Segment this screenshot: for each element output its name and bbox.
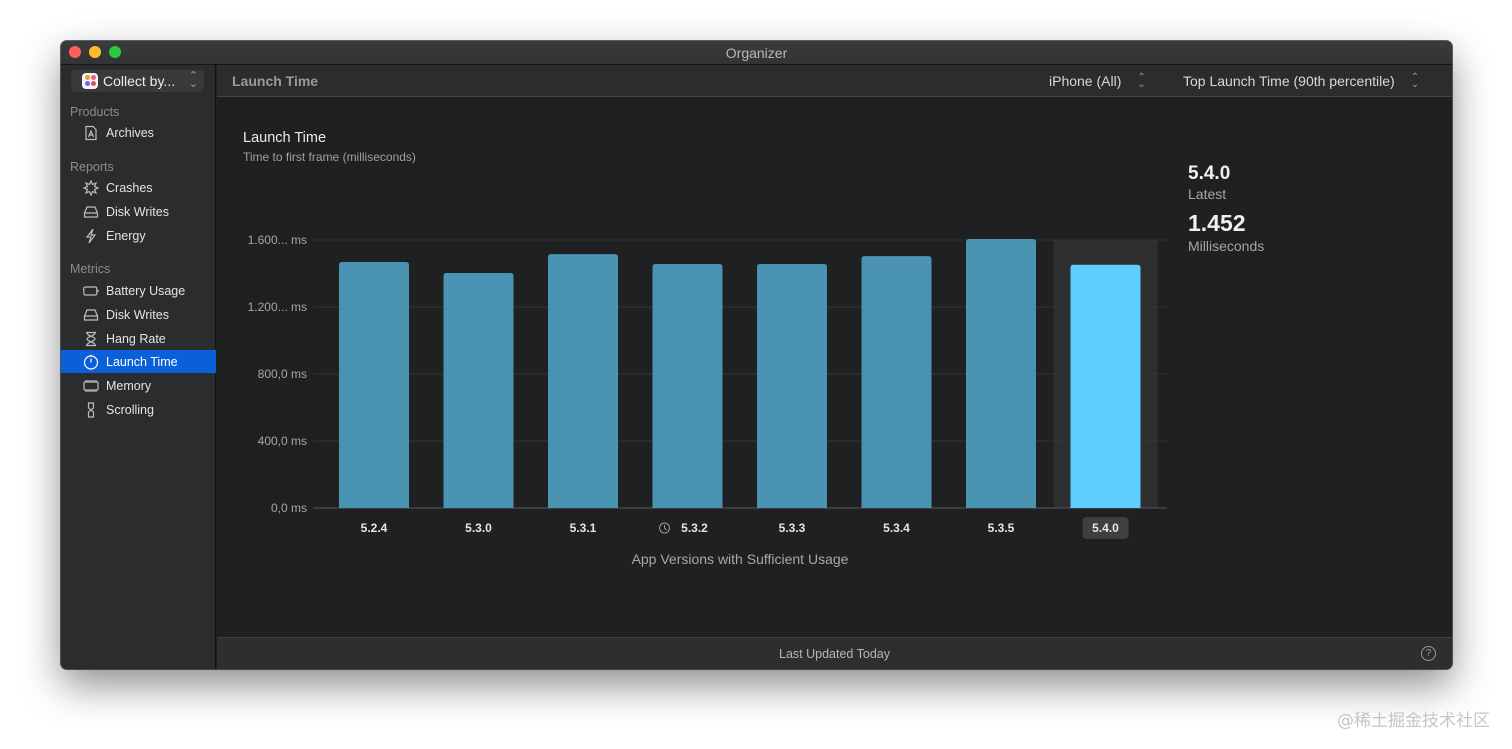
- scrolling-icon: [83, 401, 99, 418]
- collect-by-popup[interactable]: Collect by... ⌃ ⌄: [71, 70, 204, 92]
- status-footer: Last Updated Today ?: [217, 637, 1452, 669]
- summary-version: 5.4.0: [1188, 163, 1231, 184]
- sidebar-item-label: Battery Usage: [106, 283, 186, 298]
- section-reports: Reports: [70, 160, 114, 174]
- sidebar-item-label: Archives: [106, 125, 154, 140]
- latest-summary: 5.4.0 Latest 1.452 Milliseconds: [1188, 163, 1264, 254]
- sidebar-item-energy[interactable]: Energy: [61, 224, 216, 247]
- section-metrics: Metrics: [70, 262, 111, 276]
- sidebar-item-memory[interactable]: Memory: [61, 374, 216, 397]
- minimize-button[interactable]: [89, 46, 101, 58]
- x-tick-label: 5.3.1: [570, 521, 597, 535]
- battery-icon: [83, 283, 99, 299]
- energy-icon: [83, 228, 99, 244]
- hourglass-icon: [83, 331, 99, 347]
- title-bar: Organizer: [61, 41, 1452, 65]
- last-updated-text: Last Updated Today: [779, 646, 890, 661]
- bar-5-3-0: [443, 272, 514, 508]
- window-controls: [69, 46, 121, 58]
- x-tick-label: 5.4.0: [1092, 521, 1119, 535]
- watermark: @稀土掘金技术社区: [1337, 711, 1490, 731]
- sidebar-item-label: Crashes: [106, 180, 153, 195]
- bar-5-3-3: [757, 263, 827, 508]
- sidebar-item-label: Scrolling: [106, 402, 154, 417]
- archive-icon: [83, 125, 99, 141]
- sidebar-item-label: Disk Writes: [106, 204, 169, 219]
- x-axis-label: App Versions with Sufficient Usage: [631, 551, 849, 567]
- sidebar-item-label: Hang Rate: [106, 331, 166, 346]
- disk-icon: [83, 307, 99, 323]
- bar-5-3-1: [548, 254, 618, 508]
- section-products: Products: [70, 105, 120, 119]
- x-tick-label: 5.3.5: [988, 521, 1015, 535]
- x-tick-label: 5.3.3: [779, 521, 806, 535]
- close-button[interactable]: [69, 46, 81, 58]
- collect-by-label: Collect by...: [103, 73, 176, 89]
- sidebar-item-label: Energy: [106, 228, 146, 243]
- y-tick-label: 800,0 ms: [258, 367, 307, 381]
- organizer-window: Organizer Collect by... ⌃ ⌄ Products Arch…: [61, 41, 1452, 669]
- y-tick-label: 1.200... ms: [248, 300, 307, 314]
- x-tick-label: 5.3.0: [465, 521, 492, 535]
- sidebar-item-label: Disk Writes: [106, 307, 169, 322]
- bar-5-3-2: [652, 263, 723, 508]
- main-content: Launch Time iPhone (All) ⌃ ⌄ Top Launch T…: [217, 65, 1452, 669]
- sidebar-item-crashes[interactable]: Crashes: [61, 176, 216, 199]
- zoom-button[interactable]: [109, 46, 121, 58]
- bar-5-4-0: [1070, 264, 1141, 508]
- x-tick-label: 5.2.4: [361, 521, 388, 535]
- sidebar-item-scrolling[interactable]: Scrolling: [61, 398, 216, 421]
- bar-5-2-4: [339, 261, 409, 508]
- help-icon[interactable]: ?: [1421, 646, 1436, 661]
- y-tick-label: 0,0 ms: [271, 501, 307, 515]
- crash-icon: [83, 179, 99, 196]
- y-tick-label: 400,0 ms: [258, 434, 307, 448]
- summary-value: 1.452: [1188, 210, 1246, 236]
- sidebar-item-battery-usage[interactable]: Battery Usage: [61, 279, 216, 302]
- bar-5-3-4: [861, 256, 932, 508]
- sidebar: Collect by... ⌃ ⌄ Products Archives Repor…: [61, 65, 216, 669]
- sidebar-item-label: Memory: [106, 378, 152, 393]
- summary-value-caption: Milliseconds: [1188, 238, 1265, 254]
- chevron-updown-icon: ⌃ ⌄: [188, 70, 198, 90]
- sidebar-item-archives[interactable]: Archives: [61, 121, 216, 144]
- launch-time-bar-chart: 0,0 ms 400,0 ms 800,0 ms 1.200... ms 1.600..…: [248, 233, 1167, 539]
- disk-icon: [83, 204, 99, 220]
- memory-icon: [83, 378, 99, 394]
- sidebar-item-hang-rate[interactable]: Hang Rate: [61, 327, 216, 350]
- sidebar-item-disk-writes-report[interactable]: Disk Writes: [61, 200, 216, 223]
- y-tick-label: 1.600... ms: [248, 233, 307, 247]
- sidebar-item-launch-time[interactable]: Launch Time: [61, 350, 216, 373]
- x-tick-label: 5.3.4: [883, 521, 910, 535]
- bar-5-3-5: [966, 238, 1036, 508]
- window-title: Organizer: [725, 44, 788, 61]
- clock-hands-icon: [664, 525, 667, 531]
- app-icon: [82, 73, 98, 89]
- sidebar-item-disk-writes-metric[interactable]: Disk Writes: [61, 303, 216, 326]
- x-tick-label: 5.3.2: [681, 521, 708, 535]
- stopwatch-icon: [83, 354, 99, 370]
- sidebar-item-label: Launch Time: [106, 354, 178, 369]
- summary-version-caption: Latest: [1188, 186, 1227, 202]
